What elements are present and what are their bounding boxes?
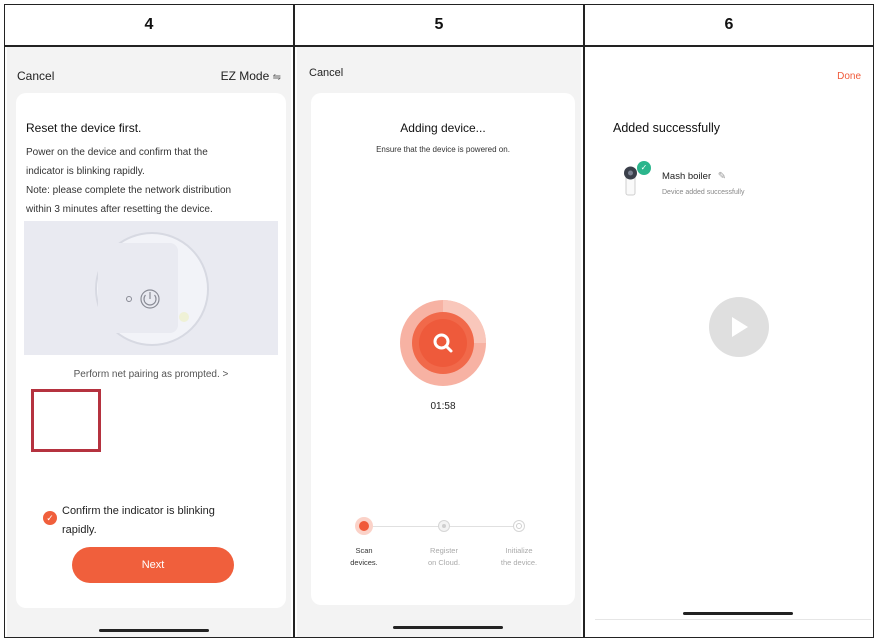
step-label-line: Initialize bbox=[505, 546, 533, 555]
top-bar: Done bbox=[587, 47, 871, 105]
step-label-line: Scan bbox=[355, 546, 373, 555]
column-number-6: 6 bbox=[724, 16, 734, 33]
instructions-text: Power on the device and confirm that the… bbox=[26, 143, 231, 219]
step-initialize-label: Initialize the device. bbox=[489, 545, 549, 569]
instruction-line: Power on the device and confirm that the bbox=[26, 147, 208, 158]
progress-card: Adding device... Ensure that the device … bbox=[311, 93, 575, 605]
step-scan-indicator bbox=[355, 517, 373, 535]
steps-table: 4 5 6 Cancel EZ Mode ⇋ Reset the device … bbox=[4, 4, 874, 638]
screen-added-successfully: Done Added successfully ✓ Mash boiler ✎ … bbox=[587, 47, 871, 637]
swap-arrows-icon: ⇋ bbox=[272, 72, 281, 83]
step-label-line: the device. bbox=[500, 558, 538, 567]
instruction-line: Note: please complete the network distri… bbox=[26, 185, 232, 196]
device-name: Mash boiler bbox=[662, 171, 712, 182]
step-initialize-indicator bbox=[513, 520, 525, 532]
device-status: Device added successfully bbox=[662, 189, 745, 196]
screen-reset-device: Cancel EZ Mode ⇋ Reset the device first.… bbox=[7, 47, 291, 637]
ez-mode-button[interactable]: EZ Mode ⇋ bbox=[221, 69, 281, 83]
pairing-link[interactable]: Perform net pairing as prompted. > bbox=[16, 369, 286, 380]
bottom-divider bbox=[595, 619, 871, 620]
instruction-card: Reset the device first. Power on the dev… bbox=[16, 93, 286, 608]
instruction-line: indicator is blinking rapidly. bbox=[26, 166, 145, 177]
pending-dot-icon bbox=[442, 524, 446, 528]
home-indicator bbox=[393, 626, 503, 629]
column-divider-2 bbox=[583, 5, 585, 637]
home-indicator bbox=[99, 629, 209, 632]
column-number-4: 4 bbox=[144, 16, 154, 33]
search-icon bbox=[429, 329, 457, 357]
home-indicator bbox=[683, 612, 793, 615]
confirm-label: Confirm the indicator is blinking rapidl… bbox=[62, 502, 215, 540]
step-label-line: Register bbox=[430, 546, 458, 555]
instruction-line: within 3 minutes after resetting the dev… bbox=[26, 204, 213, 215]
highlight-box bbox=[31, 389, 101, 452]
step-register-indicator bbox=[438, 520, 450, 532]
cancel-button[interactable]: Cancel bbox=[17, 69, 54, 83]
checkmark-icon: ✓ bbox=[46, 512, 54, 523]
done-button[interactable]: Done bbox=[837, 71, 861, 82]
pending-dot-icon bbox=[516, 523, 522, 529]
confirm-checkbox[interactable]: ✓ bbox=[43, 511, 57, 525]
next-button[interactable]: Next bbox=[72, 547, 234, 583]
success-title: Added successfully bbox=[613, 121, 721, 135]
confirm-label-line: Confirm the indicator is blinking bbox=[62, 505, 215, 517]
adding-title: Adding device... bbox=[400, 121, 486, 135]
success-check-icon: ✓ bbox=[637, 161, 651, 175]
adding-subtitle: Ensure that the device is powered on. bbox=[376, 145, 510, 154]
confirm-label-line: rapidly. bbox=[62, 524, 97, 536]
card-title: Reset the device first. bbox=[26, 121, 142, 135]
column-number-5: 5 bbox=[434, 16, 444, 33]
screen-adding-device: Cancel Adding device... Ensure that the … bbox=[297, 47, 581, 637]
step-register-label: Register on Cloud. bbox=[414, 545, 474, 569]
active-dot-icon bbox=[359, 521, 369, 531]
device-illustration bbox=[24, 221, 278, 355]
cancel-button[interactable]: Cancel bbox=[309, 67, 343, 79]
play-icon bbox=[732, 317, 748, 337]
step-scan-label: Scan devices. bbox=[334, 545, 394, 569]
step-label-line: on Cloud. bbox=[427, 558, 461, 567]
countdown-timer: 01:58 bbox=[430, 401, 456, 412]
device-name-row: Mash boiler ✎ bbox=[662, 171, 726, 182]
column-divider-1 bbox=[293, 5, 295, 637]
step-label-line: devices. bbox=[350, 558, 378, 567]
ez-mode-label: EZ Mode bbox=[220, 69, 270, 83]
scan-progress-ring bbox=[397, 297, 489, 389]
reset-illustration-svg bbox=[95, 232, 209, 346]
play-button[interactable] bbox=[709, 297, 769, 357]
pencil-icon[interactable]: ✎ bbox=[718, 171, 726, 182]
